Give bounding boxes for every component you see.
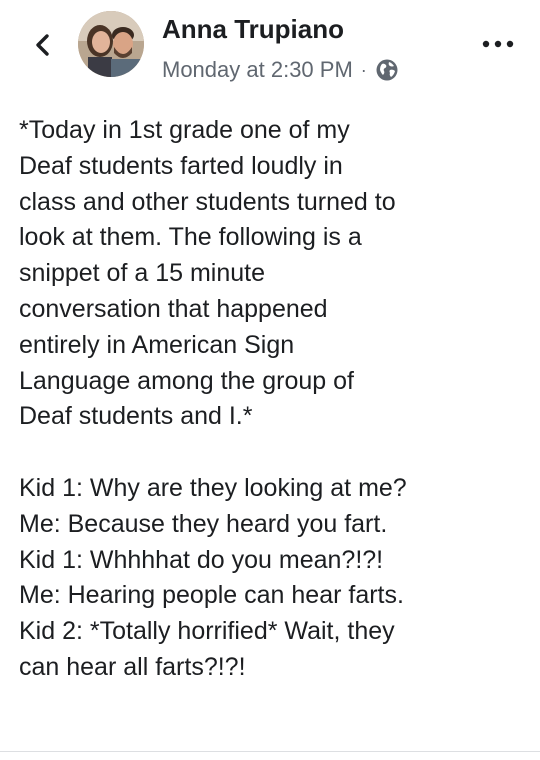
post-text-line: snippet of a 15 minute [19, 259, 265, 288]
post-meta: Monday at 2:30 PM · [162, 56, 399, 84]
post-text-line: Kid 2: *Totally horrified* Wait, they [19, 617, 395, 646]
post-text: *Today in 1st grade one of my Deaf stude… [19, 113, 534, 686]
post-text-line: Deaf students and I.* [19, 402, 253, 431]
post-text-line: conversation that happened [19, 294, 328, 323]
post-text-line: *Today in 1st grade one of my [19, 116, 350, 144]
post-text-line: look at them. The following is a [19, 223, 362, 252]
more-options-button[interactable] [478, 32, 518, 56]
profile-photo [78, 11, 144, 77]
post-text-line: Me: Hearing people can hear farts. [19, 581, 404, 610]
globe-icon [375, 58, 399, 82]
back-button[interactable] [26, 28, 60, 62]
author-name[interactable]: Anna Trupiano [162, 14, 344, 45]
post-text-line: Kid 1: Whhhhat do you mean?!?! [19, 545, 384, 574]
ellipsis-icon [482, 40, 514, 48]
post-text-line: Language among the group of [19, 366, 354, 395]
post-text-line: can hear all farts?!?! [19, 652, 246, 681]
post-text-line: Me: Because they heard you fart. [19, 509, 388, 538]
meta-separator: · [360, 59, 367, 80]
post-text-line: Deaf students farted loudly in [19, 151, 343, 180]
chevron-left-icon [36, 34, 49, 56]
avatar[interactable] [78, 11, 144, 77]
post-header: Anna Trupiano Monday at 2:30 PM · [0, 0, 540, 100]
divider [0, 751, 540, 752]
post-text-line: Kid 1: Why are they looking at me? [19, 473, 407, 502]
post-timestamp[interactable]: Monday at 2:30 PM [162, 57, 353, 83]
post-text-line: class and other students turned to [19, 187, 396, 216]
post-text-line: entirely in American Sign [19, 330, 295, 359]
